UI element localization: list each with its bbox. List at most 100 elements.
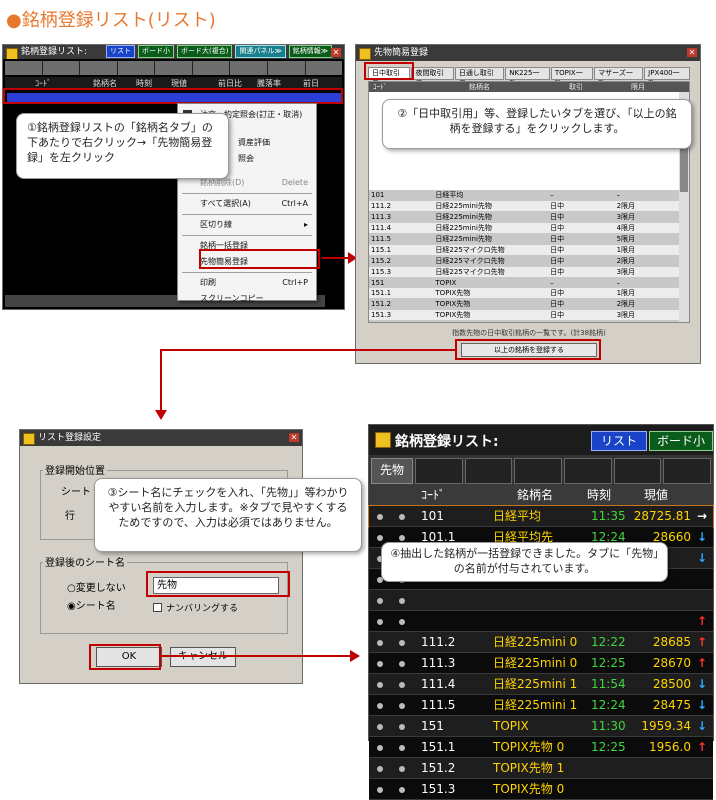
futures-cell: 151.2	[369, 298, 434, 310]
highlight-box-tab	[364, 62, 414, 80]
cancel-button[interactable]: キャンセル	[170, 647, 236, 667]
col-name[interactable]: 銘柄名	[517, 484, 553, 506]
table-row[interactable]: 151.3 TOPIX先物 0	[369, 779, 713, 800]
futures-cell: TOPIX先物	[433, 287, 549, 299]
row-time: 11:30	[591, 719, 626, 733]
row-code: 101	[421, 509, 444, 523]
futures-cell: 1限月	[614, 320, 679, 322]
board-small-button[interactable]: ボード小	[138, 45, 174, 58]
radio-sheet-name[interactable]: ◉シート名	[67, 597, 116, 612]
list-button[interactable]: リスト	[106, 45, 135, 58]
callout-step2: ②「日中取引用」等、登録したいタブを選び、「以上の銘柄を登録する」をクリックしま…	[382, 99, 692, 149]
tab-all-day-trading[interactable]: 日通し取引用	[454, 67, 505, 88]
list-button[interactable]: リスト	[591, 431, 647, 451]
futures-cell: TOPIX先物	[433, 298, 549, 310]
col-code: ｺｰﾄﾞ	[373, 83, 387, 91]
menu-item-divider-line[interactable]: 区切り線 ▸	[178, 217, 316, 233]
futures-cell: 2限月	[614, 200, 679, 212]
futures-cell: 3限月	[614, 211, 679, 223]
tab-night-trading[interactable]: 夜間取引用	[411, 67, 454, 88]
futures-table: 101 日経平均 – –111.2 日経225mini先物 日中 2限月 111.3 日経225…	[369, 190, 679, 322]
table-row[interactable]: 111.4 日経225mini 1 11:54 28500 ↓	[369, 674, 713, 695]
stock-list-titlebar: 銘柄登録リスト: リスト ボード小 ボード大(複合) 関連パネル≫ 銘柄情報≫ ✕	[3, 45, 344, 59]
futures-row: 151.2 TOPIX先物 日中 2限月	[369, 298, 679, 310]
status-dot-icon	[399, 619, 405, 625]
col-month: 限月	[631, 83, 645, 91]
sheet-tab-empty[interactable]	[663, 458, 712, 484]
close-icon[interactable]: ✕	[687, 48, 697, 57]
status-dot-icon	[377, 619, 383, 625]
app-icon	[375, 432, 391, 448]
menu-item-print[interactable]: 印刷 Ctrl+P	[178, 275, 316, 291]
menu-item-select-all[interactable]: すべて選択(A) Ctrl+A	[178, 196, 316, 212]
futures-cell: 115.2	[369, 255, 434, 267]
row-code: 111.3	[421, 656, 456, 670]
stock-info-button[interactable]: 銘柄情報≫	[288, 45, 333, 58]
table-row[interactable]: 151.1 TOPIX先物 0 12:25 1956.0 ↑	[369, 737, 713, 758]
row-price: 28500	[652, 677, 691, 691]
futures-cell: 159.1	[369, 320, 434, 322]
futures-cell: ミニTOPIX先物	[433, 320, 549, 322]
futures-row: 111.5 日経225mini先物 日中 5限月	[369, 233, 679, 245]
menu-separator	[182, 235, 312, 236]
sheet-tabs[interactable]	[5, 61, 342, 75]
table-row[interactable]: 111.3 日経225mini 0 12:25 28670 ↑	[369, 653, 713, 674]
status-dot-icon	[377, 661, 383, 667]
trend-arrow-icon: ↓	[696, 530, 707, 544]
row-time: 11:35	[591, 509, 626, 523]
result-tabs: 先物	[369, 455, 713, 484]
futures-cell: –	[548, 277, 615, 288]
tab-topix[interactable]: TOPIX一覧	[550, 67, 594, 88]
futures-cell: 5限月	[614, 233, 679, 245]
numbering-checkbox[interactable]	[153, 603, 162, 612]
row-code: 151.2	[421, 761, 456, 775]
table-row[interactable]: 101 日経平均 11:35 28725.81 →	[368, 505, 714, 528]
col-trade: 取引	[569, 83, 583, 91]
table-row[interactable]: ↑	[369, 611, 713, 632]
tab-jpx400[interactable]: JPX400一覧	[644, 67, 691, 88]
radio-no-change[interactable]: ○変更しない	[67, 579, 126, 594]
futures-cell: 111.2	[369, 200, 434, 212]
col-time[interactable]: 時刻	[587, 484, 611, 506]
tab-nk225[interactable]: NK225一覧	[505, 67, 550, 88]
numbering-label: ナンバリングする	[166, 604, 239, 614]
tab-mothers[interactable]: マザーズ一覧	[594, 67, 644, 88]
connector-line	[160, 349, 162, 411]
sheet-tab-empty[interactable]	[564, 458, 612, 484]
row-code: 151.3	[421, 782, 456, 796]
futures-cell: 日中	[548, 309, 615, 321]
futures-cell: –	[614, 190, 679, 201]
sheet-tab-empty[interactable]	[514, 458, 563, 484]
table-row[interactable]: 111.2 日経225mini 0 12:22 28685 ↑	[369, 632, 713, 653]
tab-futures[interactable]: 先物	[371, 458, 413, 484]
futures-cell: 日経225mini先物	[433, 222, 549, 234]
col-name: 銘柄名	[469, 83, 490, 91]
futures-cell: TOPIX先物	[433, 309, 549, 321]
table-row[interactable]	[369, 590, 713, 611]
close-icon[interactable]: ✕	[331, 48, 341, 57]
related-panel-button[interactable]: 関連パネル≫	[235, 45, 286, 58]
table-row[interactable]: 111.5 日経225mini 1 12:24 28475 ↓	[369, 695, 713, 716]
table-row[interactable]: 151.2 TOPIX先物 1	[369, 758, 713, 779]
sheet-tab-empty[interactable]	[415, 458, 463, 484]
row-time: 12:22	[591, 635, 626, 649]
board-small-button[interactable]: ボード小	[649, 431, 713, 451]
futures-cell: 111.4	[369, 222, 434, 234]
row-name: 日経平均	[493, 509, 542, 523]
row-code: 151	[421, 719, 444, 733]
trend-arrow-icon: →	[696, 509, 707, 523]
table-row[interactable]: 151 TOPIX 11:30 1959.34 ↓	[369, 716, 713, 737]
row-name: 日経225mini 1	[493, 698, 578, 712]
board-large-button[interactable]: ボード大(複合)	[177, 45, 233, 58]
menu-item-screen-copy[interactable]: スクリーンコピー	[178, 291, 316, 307]
futures-cell: 日経225マイクロ先物	[433, 266, 549, 278]
sheet-tab-empty[interactable]	[464, 458, 513, 484]
row-label: 行	[65, 511, 75, 522]
col-price[interactable]: 現値	[644, 484, 668, 506]
col-code[interactable]: ｺｰﾄﾞ	[421, 484, 445, 506]
futures-cell: 日中	[548, 266, 615, 278]
sheet-tab-empty[interactable]	[613, 458, 662, 484]
futures-row: 115.2 日経225マイクロ先物 日中 2限月	[369, 255, 679, 267]
close-icon[interactable]: ✕	[289, 433, 299, 442]
status-dot-icon	[399, 703, 405, 709]
